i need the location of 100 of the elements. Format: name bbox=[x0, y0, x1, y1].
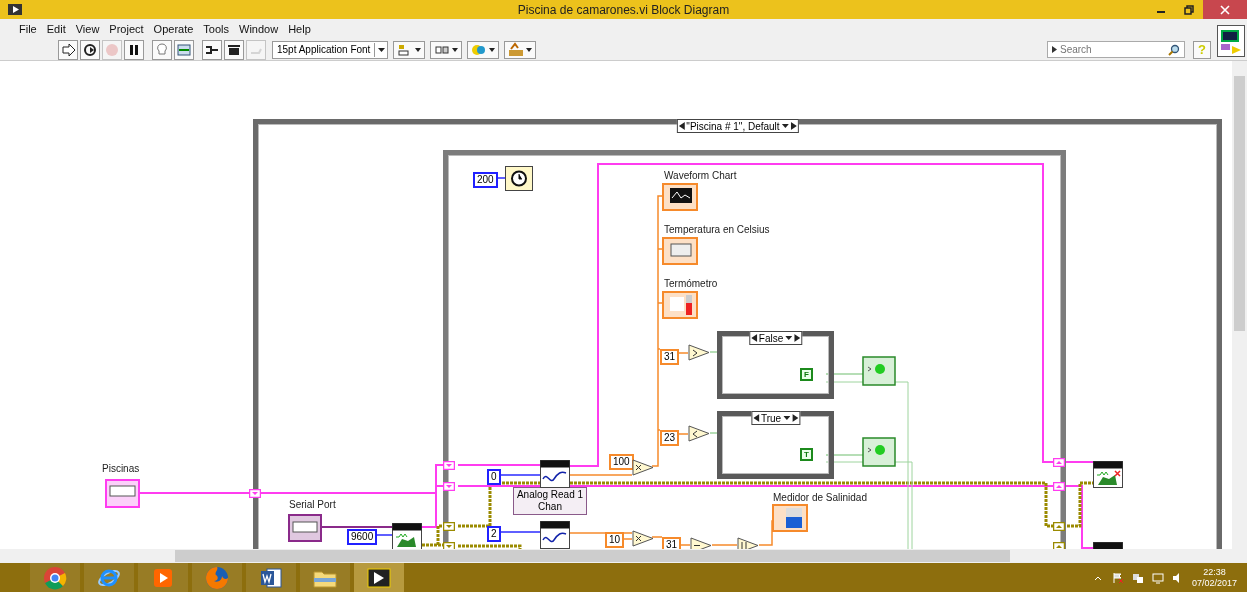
boolean-constant: F bbox=[800, 368, 813, 381]
caret-icon[interactable] bbox=[526, 47, 533, 52]
menu-item[interactable]: Project bbox=[104, 23, 149, 35]
toolbar-button[interactable] bbox=[224, 39, 244, 60]
numeric-constant: 31 bbox=[662, 537, 682, 549]
numeric-constant: 100 bbox=[609, 454, 634, 470]
left-arrow-icon[interactable] bbox=[752, 414, 759, 422]
wire bbox=[651, 536, 691, 546]
numeric-constant: 200 bbox=[473, 172, 498, 188]
right-arrow-icon[interactable] bbox=[792, 414, 799, 422]
wire bbox=[499, 474, 541, 476]
node-label: Medidor de Salinidad bbox=[773, 492, 867, 503]
menu-item[interactable]: View bbox=[70, 23, 105, 35]
numeric-constant: 10 bbox=[605, 532, 625, 548]
flag-icon[interactable] bbox=[1111, 572, 1124, 584]
menu-item[interactable]: Help bbox=[283, 23, 316, 35]
play-diagram-icon bbox=[367, 568, 391, 588]
boolean-constant: T bbox=[800, 448, 813, 461]
right-arrow-icon[interactable] bbox=[790, 122, 797, 130]
monitor-icon[interactable] bbox=[1151, 572, 1164, 584]
case-selector[interactable]: True bbox=[750, 411, 801, 425]
menu-item[interactable]: Edit bbox=[41, 23, 71, 35]
function-node-icon bbox=[688, 344, 710, 361]
wait-timer-icon bbox=[505, 166, 533, 191]
dropdown-arrow-icon[interactable] bbox=[785, 336, 793, 340]
search-icon bbox=[1168, 43, 1180, 56]
tunnel-icon bbox=[443, 482, 455, 491]
numeric-constant: 23 bbox=[660, 430, 680, 446]
menu-item[interactable]: Operate bbox=[148, 23, 199, 35]
tunnel-icon bbox=[443, 461, 455, 470]
toolbar-button[interactable] bbox=[202, 39, 222, 60]
dropdown-arrow-icon[interactable] bbox=[783, 416, 791, 420]
play-icon bbox=[152, 567, 174, 589]
toolbar-button[interactable] bbox=[124, 39, 144, 60]
clock[interactable]: 22:38 07/02/2017 bbox=[1191, 567, 1237, 589]
node-label: Serial Port bbox=[289, 499, 336, 510]
vertical-scrollbar[interactable] bbox=[1232, 61, 1247, 549]
polymorphic-selector[interactable]: Analog Read 1 Chan bbox=[513, 487, 587, 515]
tank-indicator-icon bbox=[772, 504, 808, 532]
taskbar-app-button[interactable] bbox=[246, 563, 296, 592]
toolbar-button[interactable] bbox=[80, 39, 100, 60]
function-node-icon bbox=[632, 459, 654, 476]
string-control-icon bbox=[105, 479, 140, 508]
network-icon[interactable] bbox=[1131, 572, 1144, 584]
thermometer-indicator-icon bbox=[662, 291, 698, 319]
restore-icon[interactable] bbox=[1184, 4, 1194, 15]
taskbar-app-button[interactable] bbox=[354, 563, 404, 592]
close-button[interactable] bbox=[1203, 0, 1247, 19]
caret-icon[interactable] bbox=[377, 47, 385, 52]
caret-icon[interactable] bbox=[415, 47, 422, 52]
font-dropdown[interactable]: 15pt Application Font bbox=[272, 40, 389, 59]
app-icon bbox=[8, 4, 22, 15]
linx-close-icon bbox=[1093, 461, 1123, 488]
function-node-icon bbox=[737, 537, 759, 549]
caret-icon[interactable] bbox=[452, 47, 459, 52]
wire bbox=[321, 526, 393, 528]
tunnel-icon bbox=[1053, 482, 1065, 491]
menu-item[interactable]: Tools bbox=[198, 23, 235, 35]
led-indicator-icon bbox=[862, 356, 896, 386]
horizontal-scrollbar[interactable] bbox=[0, 549, 1247, 563]
document-w-icon bbox=[259, 566, 283, 590]
tunnel-icon bbox=[1053, 522, 1065, 531]
node-label: Termómetro bbox=[664, 278, 718, 289]
left-arrow-icon[interactable] bbox=[750, 334, 757, 342]
wire bbox=[622, 538, 633, 540]
left-arrow-icon[interactable] bbox=[678, 122, 685, 130]
numeric-constant: 31 bbox=[660, 349, 680, 365]
menu-item[interactable]: Window bbox=[234, 23, 284, 35]
numeric-indicator-icon bbox=[662, 237, 698, 265]
right-arrow-icon[interactable] bbox=[794, 334, 801, 342]
toolbar-icon[interactable] bbox=[508, 41, 525, 58]
function-node-icon bbox=[688, 425, 710, 442]
fox-globe-icon bbox=[205, 566, 229, 590]
dropdown-arrow-icon[interactable] bbox=[781, 124, 789, 128]
wire bbox=[567, 532, 633, 534]
node-label: Piscinas bbox=[102, 463, 140, 474]
case-selector[interactable]: False bbox=[748, 331, 803, 345]
tunnel-icon bbox=[443, 522, 455, 531]
function-node-icon bbox=[690, 537, 712, 549]
numeric-constant: 0 bbox=[487, 469, 501, 485]
toolbar-dropdown[interactable] bbox=[430, 40, 463, 59]
numeric-constant: 2 bbox=[487, 526, 501, 542]
caret-icon[interactable] bbox=[489, 47, 496, 52]
scope-arrow-icon[interactable] bbox=[1052, 46, 1057, 53]
toolbar-dropdown[interactable] bbox=[504, 40, 537, 59]
vi-icon[interactable] bbox=[1217, 25, 1245, 57]
round-browser-icon bbox=[43, 566, 67, 590]
tunnel-icon bbox=[1053, 458, 1065, 467]
search-box[interactable]: Search bbox=[1047, 41, 1185, 58]
numeric-constant: 9600 bbox=[347, 529, 378, 545]
node-label: Temperatura en Celsius bbox=[664, 224, 770, 235]
search-field[interactable]: Search bbox=[1060, 42, 1165, 57]
toolbar-dropdown[interactable] bbox=[393, 40, 426, 59]
toolbar-button[interactable] bbox=[58, 39, 78, 60]
close-icon[interactable] bbox=[1220, 4, 1230, 15]
tunnel-icon bbox=[249, 489, 261, 498]
menu-item[interactable]: File bbox=[14, 23, 42, 35]
case-selector[interactable]: "Piscina # 1", Default bbox=[676, 119, 799, 133]
node-label: Waveform Chart bbox=[664, 170, 737, 181]
wire bbox=[567, 474, 633, 476]
